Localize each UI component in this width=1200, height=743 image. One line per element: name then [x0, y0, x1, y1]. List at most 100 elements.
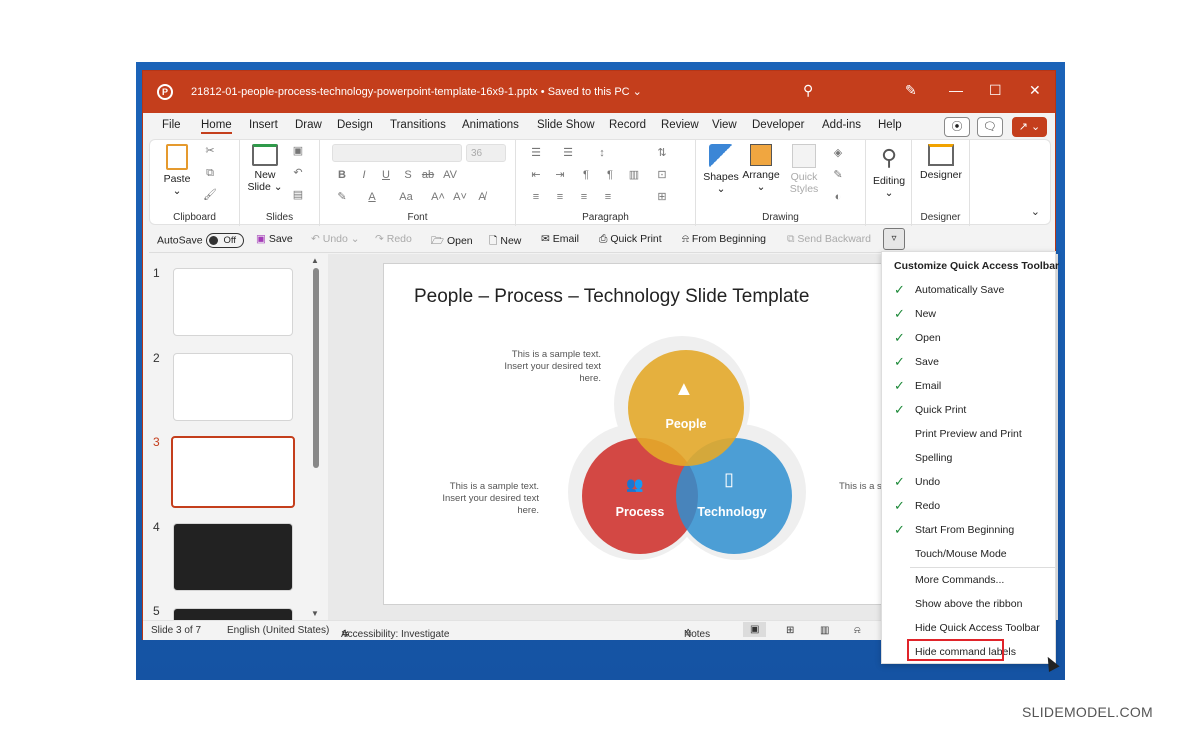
line-spacing-icon[interactable]: ↕ — [594, 146, 610, 160]
search-icon[interactable]: ⚲ — [803, 82, 813, 99]
highlight-icon[interactable]: ✎ — [334, 190, 350, 204]
menu-item-open[interactable]: ✓ Open — [882, 326, 1055, 350]
qat-send-backward[interactable]: ⧉ Send Backward — [787, 233, 871, 246]
tab-draw[interactable]: Draw — [295, 119, 322, 131]
align-text-icon[interactable]: ⊡ — [654, 168, 670, 182]
bullets-icon[interactable]: ☰ — [528, 146, 544, 160]
arrange-button[interactable]: Arrange ⌄ — [740, 144, 782, 193]
menu-item-new[interactable]: ✓ New — [882, 302, 1055, 326]
tab-slide-show[interactable]: Slide Show — [537, 119, 595, 131]
font-size-dropdown[interactable]: 36 — [466, 144, 506, 162]
rtl-icon[interactable]: ¶ — [602, 168, 618, 182]
underline-icon[interactable]: U — [378, 168, 394, 182]
sample-text-left[interactable]: This is a sample text. Insert your desir… — [434, 481, 539, 517]
tab-view[interactable]: View — [712, 119, 737, 131]
comments-button[interactable]: 🗨 — [977, 117, 1003, 137]
tab-home[interactable]: Home — [201, 119, 232, 134]
qat-undo[interactable]: ↶ Undo ⌄ — [311, 233, 360, 245]
share-button[interactable]: ↗ ⌄ — [1012, 117, 1047, 137]
align-left-icon[interactable]: ≡ — [528, 190, 544, 204]
shape-fill-icon[interactable]: ◈ — [830, 146, 846, 160]
cut-icon[interactable]: ✂ — [202, 144, 218, 158]
tab-file[interactable]: File — [162, 119, 181, 131]
designer-button[interactable]: Designer — [916, 144, 966, 181]
align-right-icon[interactable]: ≡ — [576, 190, 592, 204]
ltr-icon[interactable]: ¶ — [578, 168, 594, 182]
qat-redo[interactable]: ↷ Redo — [375, 233, 412, 245]
menu-item-save[interactable]: ✓ Save — [882, 350, 1055, 374]
justify-icon[interactable]: ≡ — [600, 190, 616, 204]
qat-from-beginning[interactable]: ⍾ From Beginning — [682, 233, 766, 246]
language[interactable]: English (United States) — [227, 625, 329, 636]
customize-qat-button[interactable]: ▿ — [883, 228, 905, 250]
editing-button[interactable]: ⚲ Editing ⌄ — [870, 144, 908, 199]
menu-item-quick-print[interactable]: ✓ Quick Print — [882, 398, 1055, 422]
numbering-icon[interactable]: ☰ — [560, 146, 576, 160]
align-center-icon[interactable]: ≡ — [552, 190, 568, 204]
tab-review[interactable]: Review — [661, 119, 699, 131]
menu-item-more-commands[interactable]: More Commands... — [882, 568, 1055, 592]
thumbnail-scrollbar[interactable]: ▲ ▼ — [311, 254, 321, 620]
menu-item-spelling[interactable]: Spelling — [882, 446, 1055, 470]
close-icon[interactable]: ✕ — [1029, 82, 1041, 99]
font-name-dropdown[interactable] — [332, 144, 462, 162]
tab-design[interactable]: Design — [337, 119, 373, 131]
qat-open[interactable]: 🗁 Open — [431, 233, 473, 251]
strikethrough-icon[interactable]: ab — [420, 168, 436, 182]
record-button[interactable]: ⦿ — [944, 117, 970, 137]
new-slide-button[interactable]: New Slide ⌄ — [246, 144, 284, 193]
slide-thumbnail-2[interactable] — [173, 353, 293, 421]
slide-sorter-icon[interactable]: ⊞ — [786, 625, 794, 636]
menu-item-redo[interactable]: ✓ Redo — [882, 494, 1055, 518]
section-icon[interactable]: ▤ — [290, 188, 306, 202]
copy-icon[interactable]: ⧉ — [202, 166, 218, 180]
reading-view-icon[interactable]: ▥ — [820, 625, 829, 636]
decrease-indent-icon[interactable]: ⇤ — [528, 168, 544, 182]
text-direction-icon[interactable]: ⇅ — [654, 146, 670, 160]
shadow-icon[interactable]: S — [400, 168, 416, 182]
tab-transitions[interactable]: Transitions — [390, 119, 446, 131]
designer-wand-icon[interactable]: ✎ — [905, 82, 917, 99]
slideshow-icon[interactable]: ⍾ — [854, 625, 861, 636]
layout-icon[interactable]: ▣ — [290, 144, 306, 158]
slide-canvas[interactable]: People – Process – Technology Slide Temp… — [383, 263, 909, 605]
char-spacing-icon[interactable]: AV — [442, 168, 458, 182]
shape-outline-icon[interactable]: ✎ — [830, 168, 846, 182]
autosave-toggle[interactable]: AutoSave Off — [157, 233, 244, 248]
maximize-icon[interactable]: ☐ — [989, 82, 1002, 99]
normal-view-icon[interactable]: ▣ — [743, 622, 767, 637]
tab-developer[interactable]: Developer — [752, 119, 804, 131]
columns-icon[interactable]: ▥ — [626, 168, 642, 182]
slide-title[interactable]: People – Process – Technology Slide Temp… — [414, 286, 809, 308]
reset-icon[interactable]: ↶ — [290, 166, 306, 180]
qat-email[interactable]: ✉ Email — [541, 233, 579, 245]
qat-quick-print[interactable]: ⎙ Quick Print — [599, 233, 662, 246]
quick-styles-button[interactable]: Quick Styles — [786, 144, 822, 195]
clear-format-icon[interactable]: A̸ — [474, 190, 490, 204]
menu-item-email[interactable]: ✓ Email — [882, 374, 1055, 398]
tab-help[interactable]: Help — [878, 119, 902, 131]
slide-thumbnail-4[interactable] — [173, 523, 293, 591]
slide-thumbnail-5[interactable] — [173, 608, 293, 620]
autosave-switch[interactable]: Off — [205, 233, 244, 248]
scrollbar-thumb[interactable] — [313, 268, 319, 468]
menu-item-start-from-beginning[interactable]: ✓ Start From Beginning — [882, 518, 1055, 542]
shrink-font-icon[interactable]: A˅ — [452, 190, 468, 204]
change-case-icon[interactable]: Aa — [394, 190, 418, 204]
smartart-icon[interactable]: ⊞ — [654, 190, 670, 204]
tab-insert[interactable]: Insert — [249, 119, 278, 131]
window-title[interactable]: 21812-01-people-process-technology-power… — [191, 85, 642, 98]
menu-item-hide-qat[interactable]: Hide Quick Access Toolbar — [882, 616, 1055, 640]
qat-new[interactable]: 🗋 New — [489, 233, 521, 251]
tab-record[interactable]: Record — [609, 119, 646, 131]
sample-text-top[interactable]: This is a sample text. Insert your desir… — [496, 349, 601, 385]
shape-effects-icon[interactable]: ◐ — [830, 190, 846, 204]
slide-thumbnail-1[interactable] — [173, 268, 293, 336]
paste-button[interactable]: Paste ⌄ — [160, 144, 194, 197]
menu-item-print-preview-and-print[interactable]: Print Preview and Print — [882, 422, 1055, 446]
people-circle[interactable] — [628, 350, 744, 466]
font-color-icon[interactable]: A — [364, 190, 380, 204]
bold-icon[interactable]: B — [334, 168, 350, 182]
shapes-button[interactable]: Shapes ⌄ — [702, 144, 740, 195]
minimize-icon[interactable]: — — [949, 82, 963, 98]
